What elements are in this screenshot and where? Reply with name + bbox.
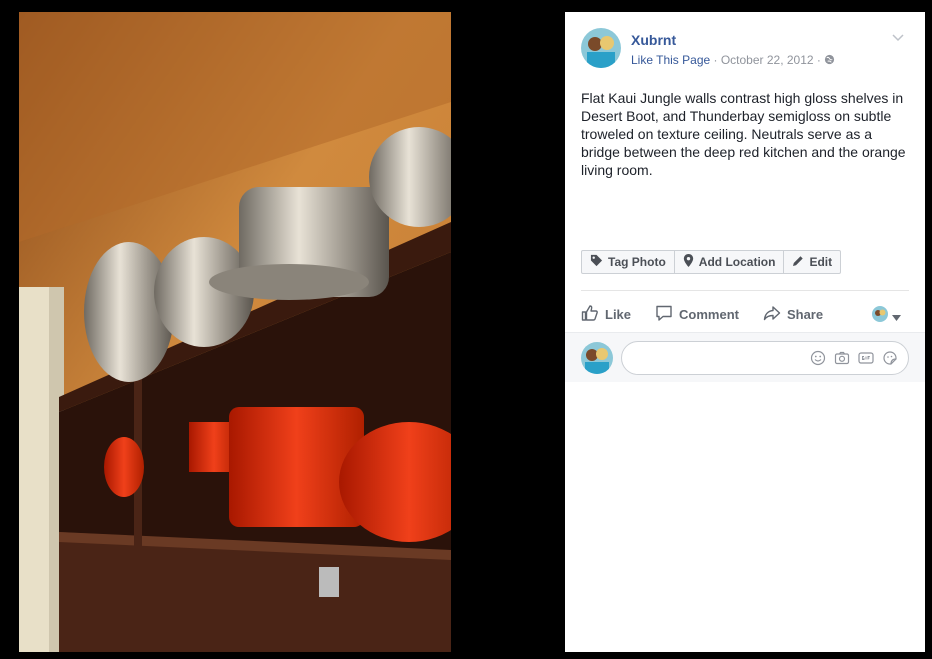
avatar [872,306,888,327]
location-pin-icon [683,254,699,270]
post-header: Xubrnt Like This Page · October 22, 2012… [565,12,925,90]
comment-input[interactable] [621,341,909,375]
photo-actions: Tag Photo Add Location Edit [581,250,842,274]
kitchen-photo[interactable] [19,12,451,652]
globe-icon[interactable] [824,53,835,67]
chevron-down-icon[interactable] [891,30,905,44]
comment-icon [655,304,679,325]
photo-viewer: Xubrnt Like This Page · October 22, 2012… [0,0,932,659]
comment-label: Comment [679,306,739,322]
photo-stage [0,0,565,659]
tag-photo-button[interactable]: Tag Photo [582,251,675,273]
emoji-icon[interactable] [810,350,826,371]
chevron-down-icon [892,308,901,326]
thumbs-up-icon [581,304,605,325]
post-panel: Xubrnt Like This Page · October 22, 2012… [565,12,925,652]
tag-icon [590,254,608,270]
privacy-separator: · [813,53,825,67]
gif-icon[interactable] [858,350,874,371]
ufi-divider [581,290,909,291]
like-button[interactable]: Like [581,304,631,325]
edit-label: Edit [809,255,833,269]
share-as-selector[interactable] [872,306,901,327]
page-avatar[interactable] [581,28,621,68]
comment-composer [565,332,925,382]
sticker-icon[interactable] [882,350,898,371]
avatar [581,342,613,374]
share-button[interactable]: Share [763,304,823,325]
add-location-label: Add Location [698,255,776,269]
ufi-bar: Like Comment Share [581,298,909,330]
comment-input-icons [802,350,898,371]
add-location-button[interactable]: Add Location [675,251,785,273]
page-name[interactable]: Xubrnt [631,32,676,48]
share-arrow-icon [763,304,787,325]
pencil-icon [792,255,809,270]
share-label: Share [786,306,824,322]
meta-separator: · [710,53,721,67]
edit-button[interactable]: Edit [784,251,840,273]
post-caption: Flat Kaui Jungle walls contrast high glo… [581,90,906,178]
like-label: Like [605,306,632,322]
camera-icon[interactable] [834,350,850,371]
like-page-link[interactable]: Like This Page [631,53,710,67]
post-date[interactable]: October 22, 2012 [721,53,814,67]
post-meta: Like This Page · October 22, 2012 · [631,53,835,67]
comment-button[interactable]: Comment [655,304,739,325]
tag-photo-label: Tag Photo [608,255,666,269]
